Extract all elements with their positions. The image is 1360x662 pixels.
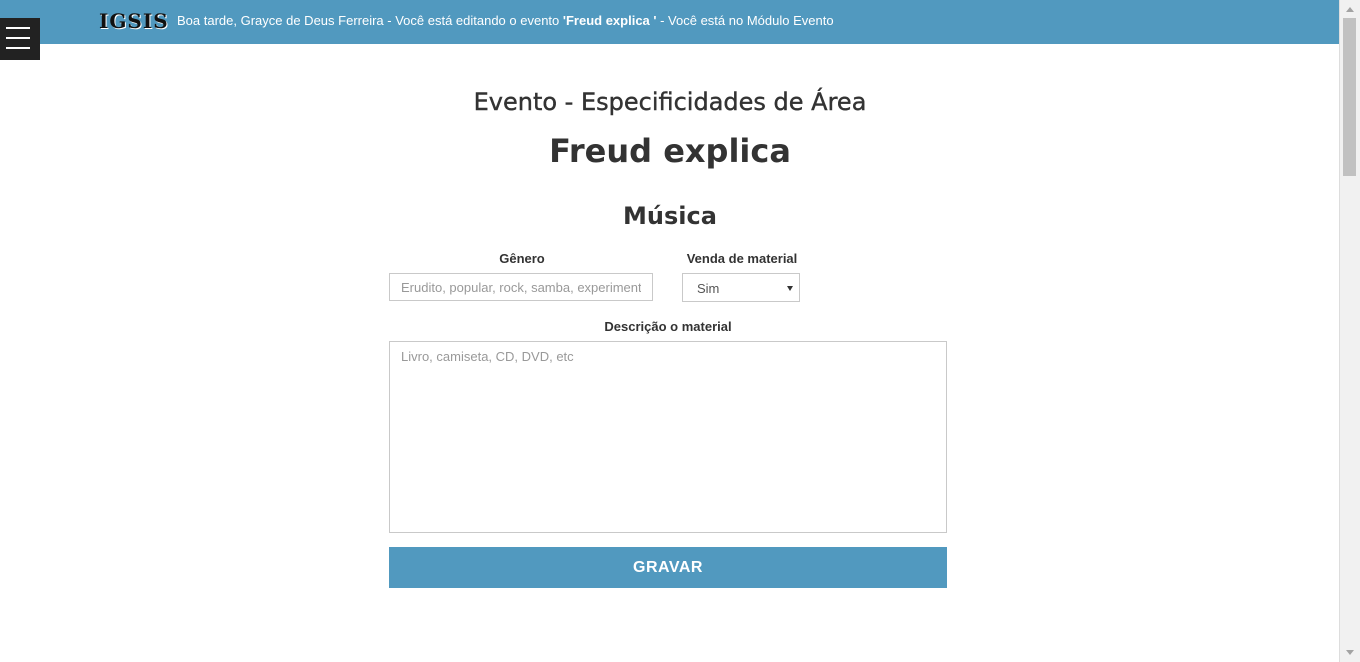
greeting-prefix: Boa tarde, Grayce de Deus Ferreira - Voc… <box>177 13 563 28</box>
greeting-event-name: 'Freud explica ' <box>562 13 657 28</box>
genero-input[interactable] <box>389 273 653 301</box>
menu-line <box>6 47 30 49</box>
vertical-scrollbar[interactable] <box>1339 0 1360 662</box>
section-title: Evento - Especificidades de Área <box>473 88 867 116</box>
event-title: Freud explica <box>549 132 791 170</box>
menu-line <box>6 27 30 29</box>
area-title: Música <box>623 202 717 230</box>
greeting-suffix: - Você está no Módulo Evento <box>656 13 834 28</box>
gravar-button[interactable]: GRAVAR <box>389 547 947 588</box>
descricao-textarea[interactable] <box>389 341 947 533</box>
greeting-text: Boa tarde, Grayce de Deus Ferreira - Voc… <box>177 13 834 28</box>
menu-line <box>6 37 30 39</box>
hamburger-menu-icon[interactable] <box>0 18 40 60</box>
scroll-up-icon[interactable] <box>1346 7 1354 12</box>
venda-selected-value: Sim <box>697 281 720 296</box>
caret-down-icon <box>787 286 793 291</box>
scroll-thumb[interactable] <box>1343 18 1356 176</box>
venda-select[interactable]: Sim <box>682 273 800 302</box>
descricao-label: Descrição o material <box>604 319 732 334</box>
venda-label: Venda de material <box>686 251 798 266</box>
top-navbar: IGSIS Boa tarde, Grayce de Deus Ferreira… <box>0 0 1340 44</box>
scroll-down-icon[interactable] <box>1346 650 1354 655</box>
brand-logo[interactable]: IGSIS <box>99 9 169 33</box>
genero-label: Gênero <box>499 251 545 266</box>
